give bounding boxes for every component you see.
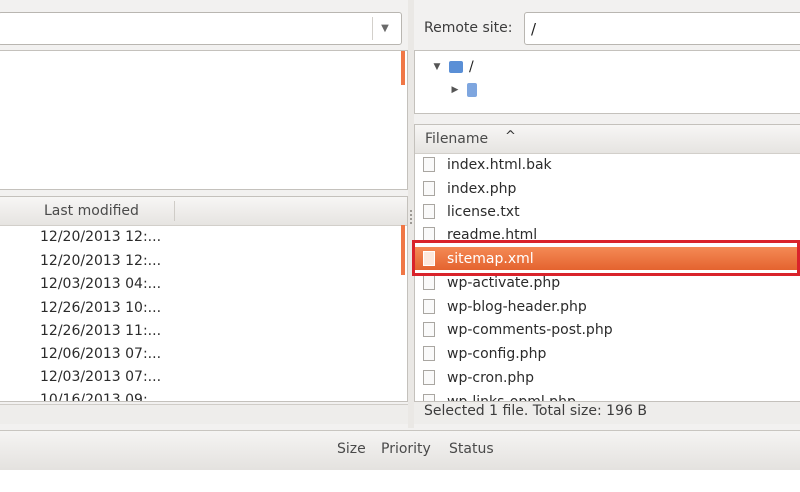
tree-root-label: / bbox=[469, 59, 474, 75]
file-icon bbox=[423, 346, 435, 361]
list-scrollbar[interactable] bbox=[401, 225, 405, 275]
file-row[interactable]: wp-blog-header.php bbox=[415, 295, 800, 318]
highlight-annotation-box bbox=[412, 240, 800, 276]
expanded-triangle-icon[interactable]: ▼ bbox=[431, 62, 443, 72]
collapsed-triangle-icon[interactable]: ▶ bbox=[449, 85, 461, 95]
remote-path-input[interactable]: / bbox=[524, 12, 800, 45]
splitter-grip bbox=[410, 210, 412, 226]
local-file-list[interactable]: Last modified 12/20/2013 12:... 12/20/20… bbox=[0, 196, 408, 402]
list-item[interactable]: 12/26/2013 11:... bbox=[40, 323, 161, 346]
file-icon bbox=[423, 370, 435, 385]
file-row[interactable]: index.html.bak bbox=[415, 153, 800, 176]
file-row[interactable]: index.php bbox=[415, 177, 800, 200]
sort-ascending-icon[interactable]: ^ bbox=[505, 129, 516, 144]
file-icon bbox=[423, 204, 435, 219]
queue-column-priority[interactable]: Priority bbox=[381, 441, 431, 457]
queue-column-size[interactable]: Size bbox=[337, 441, 366, 457]
local-path-combobox[interactable]: ▼ bbox=[0, 12, 402, 45]
column-filename[interactable]: Filename bbox=[425, 131, 488, 147]
list-item[interactable]: 12/20/2013 12:... bbox=[40, 229, 161, 252]
file-row[interactable]: wp-comments-post.php bbox=[415, 318, 800, 341]
tree-scrollbar[interactable] bbox=[401, 51, 405, 85]
folder-icon bbox=[449, 61, 463, 73]
file-row[interactable]: wp-config.php bbox=[415, 342, 800, 365]
column-separator bbox=[174, 201, 175, 221]
transfer-queue-list[interactable] bbox=[0, 470, 800, 492]
tree-child-node[interactable]: ▶ bbox=[449, 83, 477, 97]
file-icon bbox=[423, 394, 435, 401]
remote-directory-tree[interactable]: ▼ / ▶ bbox=[414, 50, 800, 114]
remote-status-bar: Selected 1 file. Total size: 196 B bbox=[414, 402, 800, 424]
list-item[interactable]: 12/03/2013 07:... bbox=[40, 369, 161, 392]
list-item[interactable]: 10/16/2013 09:... bbox=[40, 392, 161, 401]
file-row[interactable]: license.txt bbox=[415, 200, 800, 223]
local-status-bar bbox=[0, 404, 408, 424]
local-list-header: Last modified bbox=[0, 197, 407, 226]
tree-root-node[interactable]: ▼ / bbox=[431, 59, 474, 75]
file-row[interactable]: wp-links-opml.php bbox=[415, 390, 800, 401]
list-item[interactable]: 12/20/2013 12:... bbox=[40, 253, 161, 276]
list-item[interactable]: 12/03/2013 04:... bbox=[40, 276, 161, 299]
queue-column-status[interactable]: Status bbox=[449, 441, 494, 457]
folder-icon bbox=[467, 83, 477, 97]
file-icon bbox=[423, 322, 435, 337]
remote-list-header: Filename ^ bbox=[415, 125, 800, 154]
remote-site-label: Remote site: bbox=[424, 20, 513, 36]
file-row[interactable]: wp-cron.php bbox=[415, 366, 800, 389]
local-directory-tree[interactable] bbox=[0, 50, 408, 190]
file-icon bbox=[423, 181, 435, 196]
file-icon bbox=[423, 157, 435, 172]
dropdown-arrow-icon[interactable]: ▼ bbox=[372, 17, 397, 40]
file-icon bbox=[423, 275, 435, 290]
column-last-modified[interactable]: Last modified bbox=[44, 203, 139, 219]
list-item[interactable]: 12/26/2013 10:... bbox=[40, 300, 161, 323]
transfer-queue-header: Size Priority Status bbox=[0, 430, 800, 470]
list-item[interactable]: 12/06/2013 07:... bbox=[40, 346, 161, 369]
file-icon bbox=[423, 299, 435, 314]
